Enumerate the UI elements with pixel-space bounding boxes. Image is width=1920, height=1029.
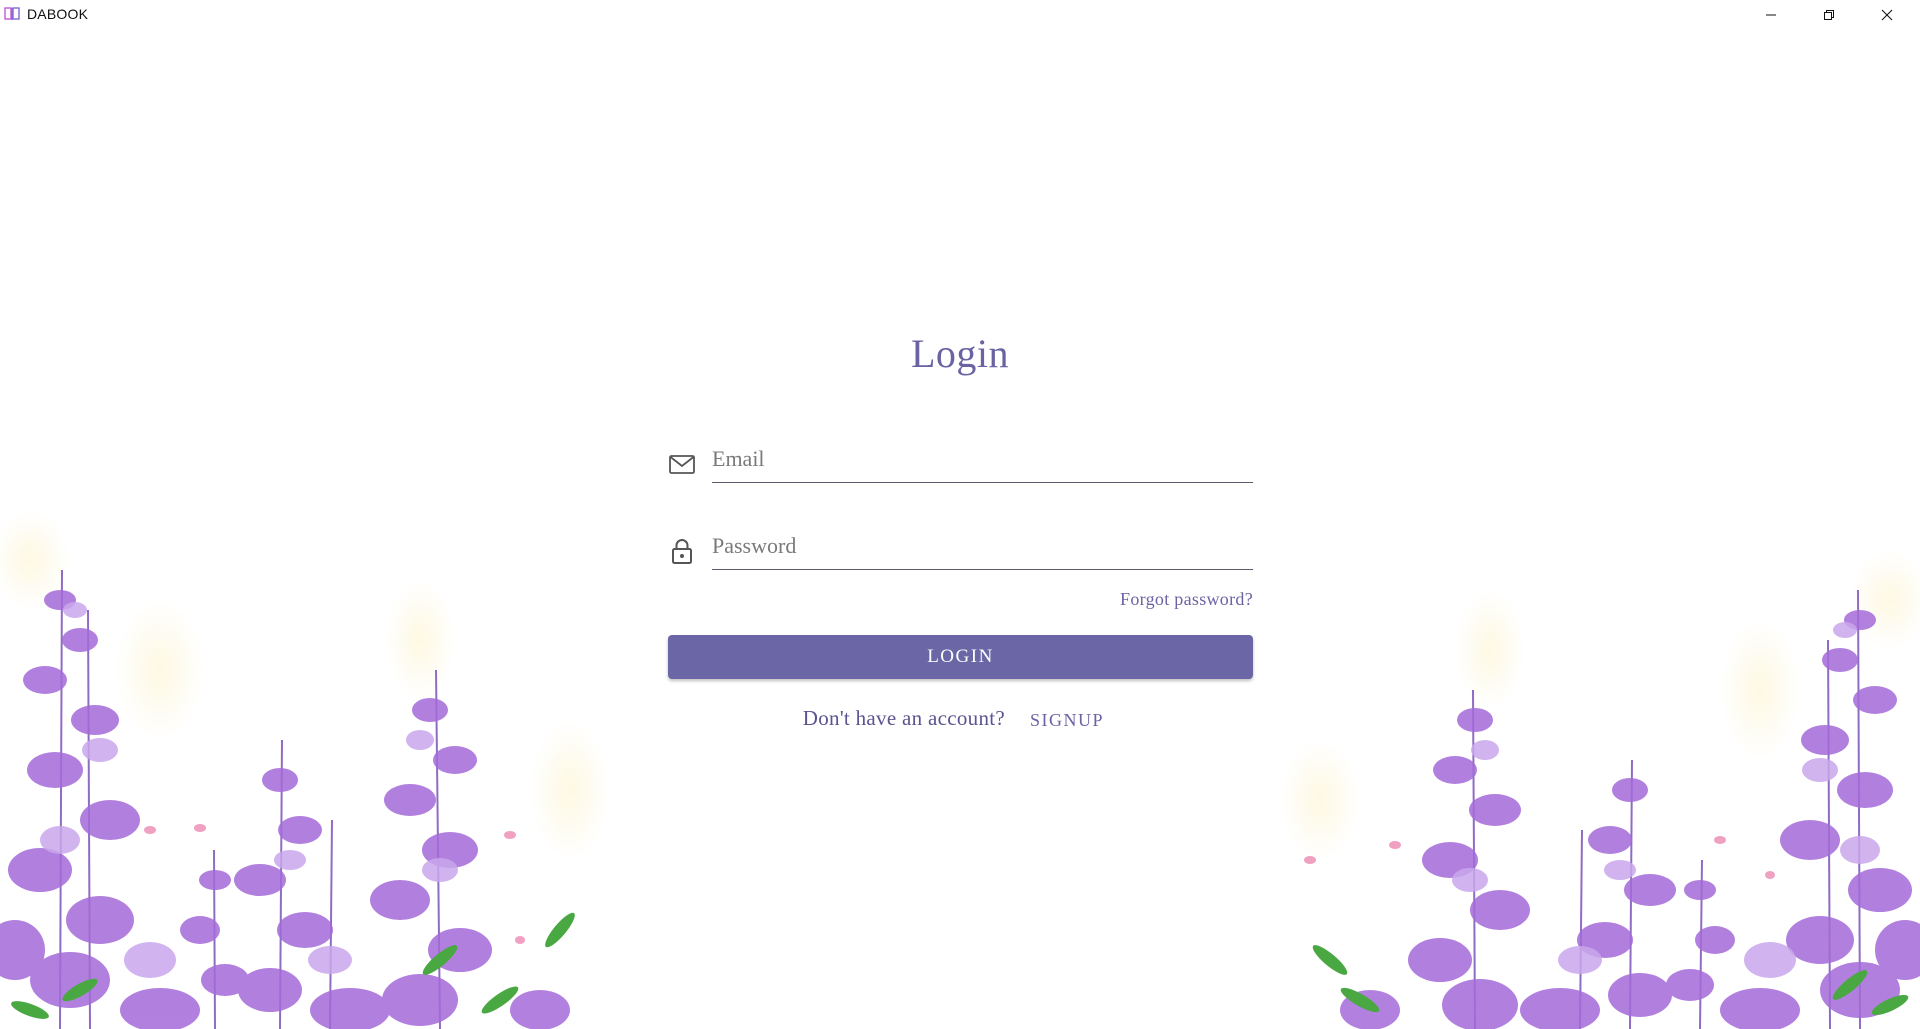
email-input[interactable] — [712, 436, 1253, 483]
lavender-decoration — [0, 510, 1920, 1029]
lock-icon — [672, 539, 692, 564]
close-button[interactable] — [1858, 0, 1916, 29]
app-window: DABOOK Login Email Forgot password? LOGI… — [0, 0, 1920, 1029]
page-title: Login — [910, 331, 1010, 376]
right-lavender — [1280, 550, 1920, 1029]
password-input[interactable] — [712, 523, 1253, 570]
restore-icon — [1824, 9, 1834, 20]
signup-button[interactable]: SIGNUP — [1030, 710, 1104, 731]
minimize-button[interactable] — [1742, 0, 1800, 29]
signup-prompt: Don't have an account? — [802, 706, 1005, 730]
envelope-icon — [669, 455, 695, 474]
title-bar: DABOOK — [0, 0, 1920, 29]
book-icon — [4, 7, 20, 20]
password-field-group — [668, 523, 1253, 573]
restore-button[interactable] — [1800, 0, 1858, 29]
login-button[interactable]: LOGIN — [668, 635, 1253, 679]
close-icon — [1881, 9, 1893, 20]
email-field-group — [668, 436, 1253, 486]
forgot-password-link[interactable]: Forgot password? — [1080, 589, 1253, 610]
minimize-icon — [1766, 14, 1776, 15]
left-lavender — [0, 510, 610, 1029]
window-title: DABOOK — [27, 6, 89, 22]
